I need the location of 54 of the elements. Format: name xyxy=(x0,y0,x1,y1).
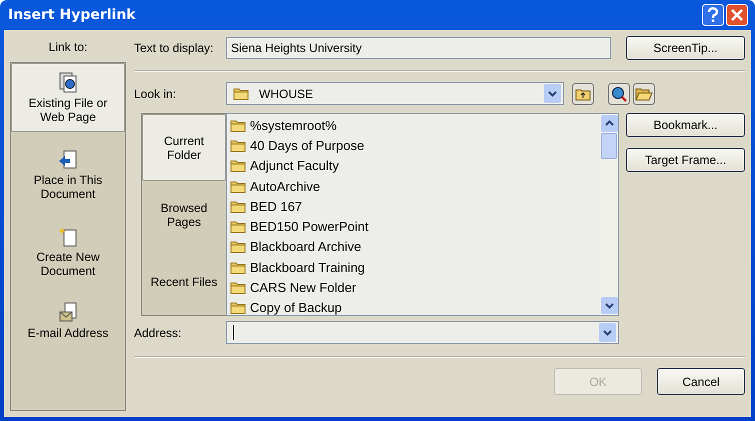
text-cursor xyxy=(233,325,234,340)
text-to-display-label: Text to display: xyxy=(134,41,214,55)
folder-icon xyxy=(230,281,246,294)
folder-icon xyxy=(230,118,246,132)
look-in-label: Look in: xyxy=(134,86,178,100)
window-title: Insert Hyperlink xyxy=(8,7,136,23)
folder-icon xyxy=(230,138,246,152)
up-folder-icon[interactable] xyxy=(572,82,594,104)
scrollbar[interactable] xyxy=(600,114,618,315)
bookmark-button[interactable]: Bookmark... xyxy=(626,113,745,137)
folder-icon xyxy=(230,301,246,314)
link-to-item[interactable]: Place in This Document xyxy=(11,140,125,209)
open-folder-icon[interactable] xyxy=(633,82,655,104)
search-web-icon[interactable] xyxy=(608,82,630,104)
folder-item[interactable]: Blackboard Training xyxy=(230,257,597,278)
folder-icon xyxy=(230,180,246,193)
link-to-item[interactable]: Existing File or Web Page xyxy=(11,63,125,132)
screentip-button[interactable]: ScreenTip... xyxy=(626,36,745,60)
text-to-display-field[interactable]: Siena Heights University xyxy=(226,37,611,59)
scroll-down-icon[interactable] xyxy=(600,297,618,314)
view-tab[interactable]: Current Folder xyxy=(142,114,226,181)
cancel-button[interactable]: Cancel xyxy=(657,368,745,395)
document-globe-icon xyxy=(58,72,78,94)
view-tab[interactable]: Browsed Pages xyxy=(142,181,226,248)
folder-item[interactable]: BED150 PowerPoint xyxy=(230,216,597,237)
folder-icon xyxy=(230,240,246,254)
look-in-dropdown[interactable]: WHOUSE xyxy=(226,82,564,105)
view-tab[interactable]: Recent Files xyxy=(142,248,226,315)
folder-item[interactable]: Copy of Backup xyxy=(230,298,597,315)
folder-icon xyxy=(230,260,246,274)
address-field[interactable] xyxy=(226,321,619,344)
address-label: Address: xyxy=(134,326,182,340)
folder-item[interactable]: Adjunct Faculty xyxy=(230,156,597,176)
target-frame-button[interactable]: Target Frame... xyxy=(626,148,745,172)
folder-icon xyxy=(230,200,246,213)
folder-item[interactable]: 40 Days of Purpose xyxy=(230,135,597,156)
scroll-thumb[interactable] xyxy=(601,133,617,159)
document-arrow-icon xyxy=(58,148,78,171)
link-to-item[interactable]: E-mail Address xyxy=(11,293,125,348)
link-to-label: Link to: xyxy=(48,39,88,56)
new-document-icon xyxy=(58,226,78,248)
help-icon[interactable] xyxy=(702,4,724,26)
link-to-item[interactable]: Create New Document xyxy=(11,216,125,286)
folder-item[interactable]: Blackboard Archive xyxy=(230,236,597,258)
folder-item[interactable]: CARS New Folder xyxy=(230,277,597,298)
folder-icon xyxy=(233,87,249,100)
folder-icon xyxy=(230,159,246,172)
document-envelope-icon xyxy=(58,302,78,324)
folder-icon xyxy=(230,220,246,234)
folder-item[interactable]: %systemroot% xyxy=(230,115,597,136)
close-icon[interactable] xyxy=(726,4,748,26)
scroll-up-icon[interactable] xyxy=(600,115,618,132)
folder-item[interactable]: BED 167 xyxy=(230,196,597,216)
folder-item[interactable]: AutoArchive xyxy=(230,176,597,196)
